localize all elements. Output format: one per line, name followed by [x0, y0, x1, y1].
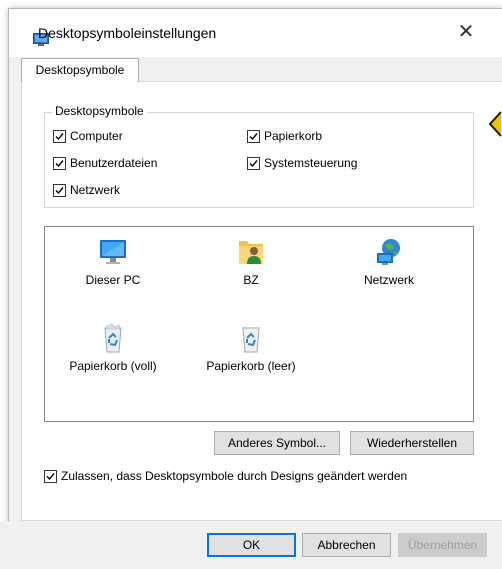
checkbox-label: Benutzerdateien: [70, 156, 158, 170]
icon-item-dieser-pc[interactable]: Dieser PC: [48, 236, 178, 287]
apply-button: Übernehmen: [398, 533, 487, 557]
checkbox-label: Papierkorb: [264, 129, 323, 143]
checkbox-netzwerk[interactable]: Netzwerk: [53, 182, 120, 198]
checkbox-papierkorb[interactable]: Papierkorb: [247, 128, 322, 144]
checkbox-label: Computer: [70, 129, 123, 143]
recycle-bin-full-icon: [97, 322, 129, 354]
checkbox-box[interactable]: [53, 183, 66, 197]
checkbox-label: Systemsteuerung: [264, 156, 358, 170]
icon-label: Dieser PC: [85, 273, 141, 287]
checkbox-box[interactable]: [53, 129, 66, 143]
checkbox-box[interactable]: [53, 156, 66, 170]
groupbox-legend: Desktopsymbole: [52, 104, 147, 118]
checkbox-systemsteuerung[interactable]: Systemsteuerung: [247, 155, 357, 171]
icon-item-papierkorb-leer[interactable]: Papierkorb (leer): [186, 322, 316, 373]
tab-desktopsymbole[interactable]: Desktopsymbole: [21, 58, 139, 82]
close-icon: ✕: [457, 21, 475, 43]
checkbox-box[interactable]: [247, 129, 260, 143]
icon-item-papierkorb-voll[interactable]: Papierkorb (voll): [48, 322, 178, 373]
icon-label: Netzwerk: [363, 273, 414, 287]
change-icon-button[interactable]: Anderes Symbol...: [214, 431, 340, 455]
recycle-bin-empty-icon: [235, 322, 267, 354]
tab-label: Desktopsymbole: [35, 63, 125, 77]
icon-item-netzwerk[interactable]: Netzwerk: [324, 236, 454, 287]
restore-default-button[interactable]: Wiederherstellen: [350, 431, 474, 455]
checkbox-label: Netzwerk: [70, 183, 121, 197]
checkbox-label: Zulassen, dass Desktopsymbole durch Desi…: [61, 469, 408, 483]
computer-icon: [97, 236, 129, 268]
cancel-button[interactable]: Abbrechen: [302, 533, 391, 557]
ok-button[interactable]: OK: [207, 533, 296, 557]
user-folder-icon: [235, 236, 267, 268]
annotation-arrow-icon: [488, 110, 502, 141]
window-title: Desktopsymboleinstellungen: [38, 25, 217, 41]
checkbox-allow-themes[interactable]: Zulassen, dass Desktopsymbole durch Desi…: [44, 468, 407, 484]
icon-item-bz[interactable]: BZ: [186, 236, 316, 287]
checkbox-box[interactable]: [247, 156, 260, 170]
checkbox-benutzerdateien[interactable]: Benutzerdateien: [53, 155, 157, 171]
icon-label: Papierkorb (leer): [206, 359, 296, 373]
network-globe-icon: [373, 236, 405, 268]
checkbox-computer[interactable]: Computer: [53, 128, 123, 144]
icon-label: Papierkorb (voll): [69, 359, 157, 373]
checkbox-box[interactable]: [44, 469, 57, 483]
close-button[interactable]: ✕: [446, 18, 486, 46]
icon-label: BZ: [243, 273, 259, 287]
